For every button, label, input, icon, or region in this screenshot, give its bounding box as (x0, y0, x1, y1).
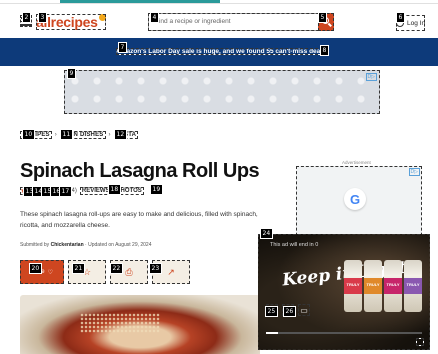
search-input[interactable]: Find a recipe or ingredient (148, 13, 334, 31)
captions-icon[interactable]: ▭ (298, 304, 310, 316)
fullscreen-icon[interactable] (416, 338, 424, 346)
ad-label: Advertisement (342, 160, 371, 165)
annotation-badge: 26 (283, 306, 296, 317)
can-image: TRULY (364, 260, 382, 312)
search-icon-handle (328, 22, 332, 27)
can-brand: TRULY (386, 282, 400, 287)
recipe-hero-image (20, 295, 260, 354)
annotation-badge: 3 (38, 12, 47, 23)
ad-choices-icon[interactable]: D▷ (365, 73, 377, 81)
ad-pattern (65, 71, 379, 113)
video-progress-fill (266, 332, 279, 334)
annotation-badge: 11 (60, 129, 73, 140)
recipe-description: These spinach lasagna roll-ups are easy … (20, 211, 258, 229)
can-image: TRULY (384, 260, 402, 312)
annotation-badge: 23 (149, 263, 162, 274)
action-buttons: Save ♡ ☆ ⎙ ↗ (20, 260, 190, 284)
promo-bar: Amazon's Labor Day sale is huge, and we … (0, 38, 438, 66)
annotation-badge: 7 (118, 42, 127, 53)
updated-date: Updated on August 29, 2024 (88, 242, 152, 248)
byline-prefix: Submitted by (20, 242, 50, 248)
page-title: Spinach Lasagna Roll Ups (20, 160, 260, 182)
reviews-link[interactable]: REVIEWS (79, 187, 112, 195)
annotation-badge: 22 (110, 263, 123, 274)
can-image: TRULY (404, 260, 422, 312)
save-button[interactable]: Save ♡ (20, 260, 64, 284)
logo-sun-icon (98, 14, 106, 21)
annotation-badge: 20 (29, 263, 42, 274)
annotation-badge: 12 (114, 129, 127, 140)
annotation-badge: 18 (108, 184, 121, 195)
annotation-badge: 19 (150, 184, 163, 195)
annotation-badge: 6 (396, 12, 405, 23)
annotation-badge: 5 (318, 12, 327, 23)
byline: Submitted by Chickentarian · Updated on … (20, 242, 152, 248)
share-icon: ↗ (167, 266, 175, 277)
can-brand: TRULY (366, 282, 380, 287)
annotation-badge: 25 (265, 306, 278, 317)
annotation-badge: 2 (22, 12, 31, 23)
video-ad[interactable]: This ad will end in 0 Keep it Light TRUL… (258, 234, 430, 350)
site-header: allrecipes Find a recipe or ingredient L… (0, 4, 438, 38)
breadcrumb-separator-icon: › (108, 132, 111, 138)
annotation-badge: 9 (67, 68, 76, 79)
ad-banner-top[interactable]: D▷ (64, 70, 380, 114)
cheese-topping (80, 313, 160, 333)
promo-link[interactable]: Amazon's Labor Day sale is huge, and we … (116, 48, 328, 55)
annotation-badge: 17 (59, 186, 72, 197)
product-cans: TRULY TRULY TRULY TRULY (344, 260, 422, 312)
print-icon: ⎙ (125, 266, 133, 277)
annotation-badge: 10 (22, 129, 35, 140)
breadcrumb-separator-icon: › (54, 132, 57, 138)
ad-choices-icon[interactable]: D▷ (408, 168, 420, 176)
login-label: Log In (407, 19, 426, 27)
google-logo-icon: G (344, 188, 366, 210)
page-edge (430, 232, 438, 354)
can-image: TRULY (344, 260, 362, 312)
search-placeholder: Find a recipe or ingredient (155, 18, 231, 25)
heart-icon: ♡ (47, 269, 54, 276)
annotation-badge: 21 (72, 263, 85, 274)
annotation-badge: 24 (260, 228, 273, 239)
video-ad-message: This ad will end in 0 (270, 242, 319, 248)
can-brand: TRULY (406, 282, 420, 287)
annotation-badge: 8 (320, 45, 329, 56)
can-brand: TRULY (346, 282, 360, 287)
video-progress[interactable] (266, 332, 422, 334)
author-link[interactable]: Chickentarian (51, 242, 84, 248)
annotation-badge: 4 (150, 12, 159, 23)
